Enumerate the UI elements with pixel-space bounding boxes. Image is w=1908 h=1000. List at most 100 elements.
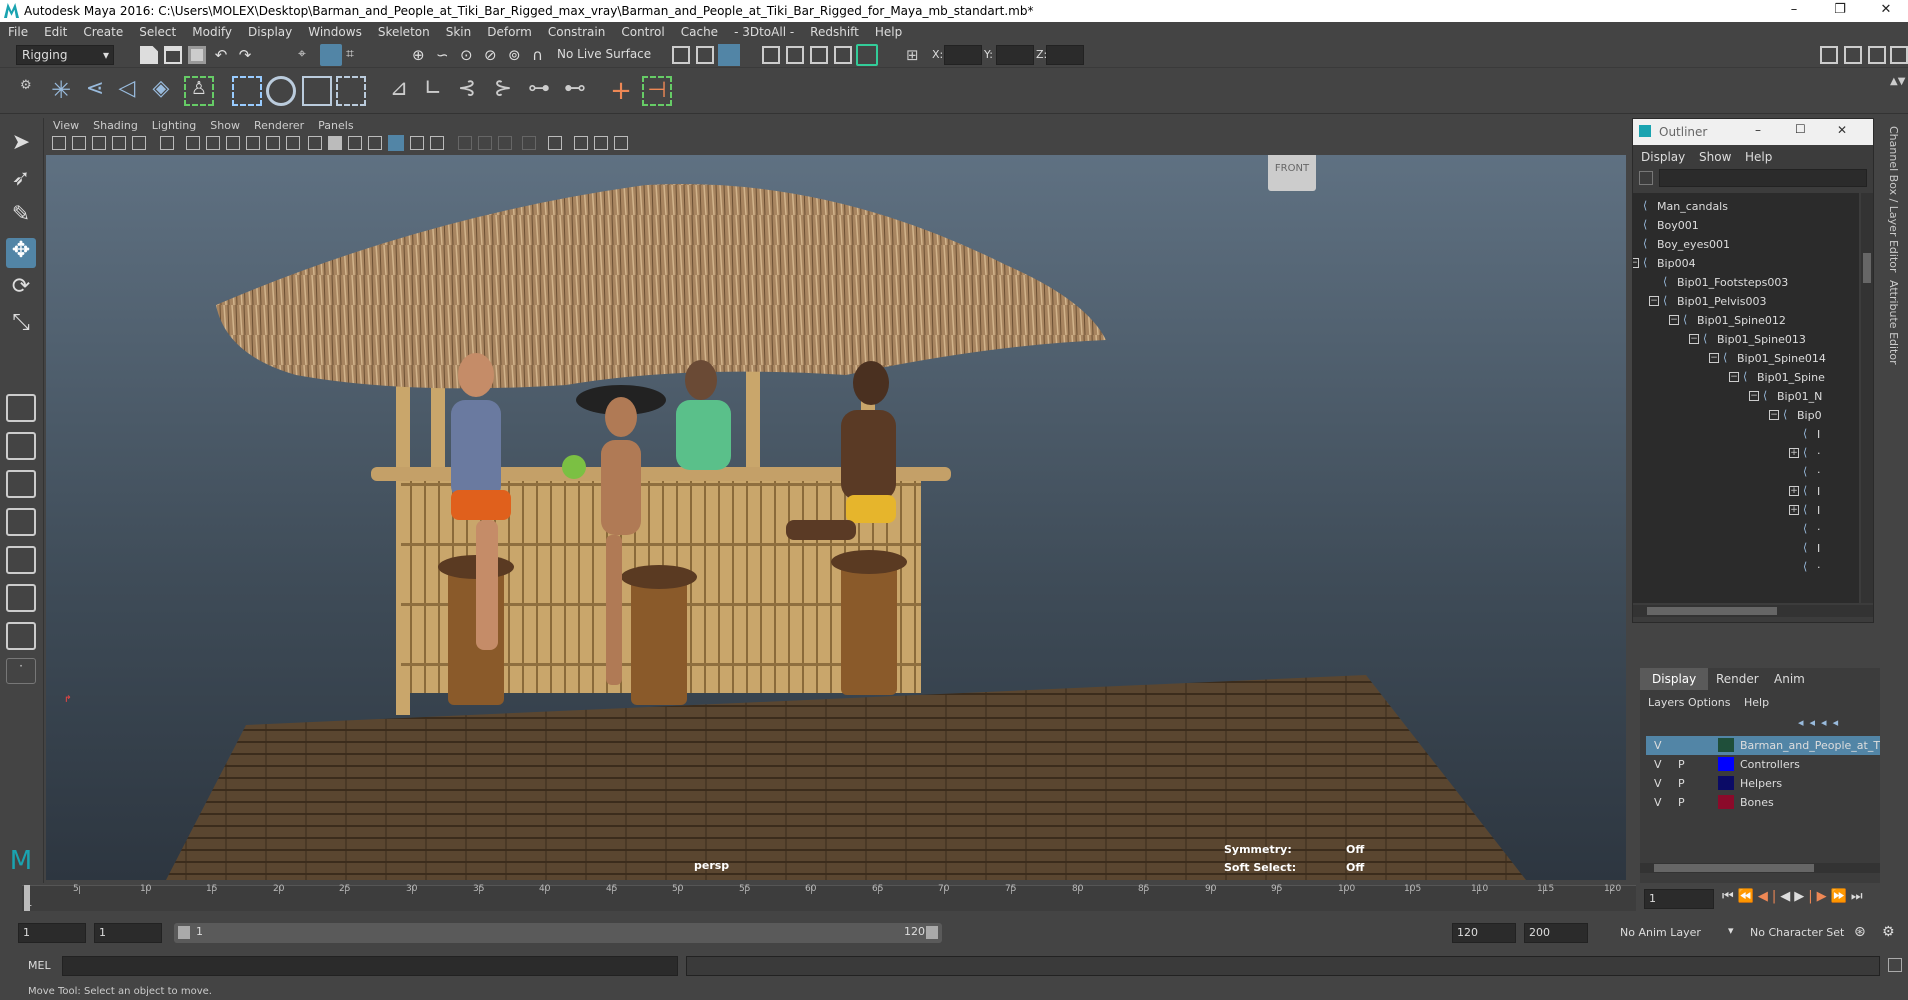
- go-to-start-icon[interactable]: ⏮: [1722, 889, 1738, 904]
- persp-outliner-layout-icon[interactable]: [6, 470, 36, 498]
- snap-view-icon[interactable]: ⊘: [484, 46, 502, 64]
- outliner-item[interactable]: − ⟨ Bip01_Pelvis003: [1633, 292, 1859, 311]
- layer-color-swatch[interactable]: [1718, 795, 1734, 809]
- layer-playback-toggle[interactable]: P: [1678, 777, 1685, 790]
- hypershade-layout-icon[interactable]: [6, 546, 36, 574]
- menu-cache[interactable]: Cache: [673, 22, 726, 42]
- collapse-icon[interactable]: −: [1689, 334, 1699, 344]
- expand-icon[interactable]: +: [1789, 486, 1799, 496]
- live-surface-field[interactable]: No Live Surface: [552, 45, 654, 65]
- render-settings-icon[interactable]: [834, 46, 852, 64]
- menu-edit[interactable]: Edit: [36, 22, 75, 42]
- ambient-occlusion-icon[interactable]: [458, 136, 472, 150]
- camera-attributes-icon[interactable]: [72, 136, 86, 150]
- construction-history-icon[interactable]: [718, 44, 740, 66]
- snap-curve-icon[interactable]: ∽: [436, 46, 454, 64]
- playback-start-field[interactable]: 1: [94, 923, 162, 943]
- range-start-handle[interactable]: [178, 926, 190, 939]
- auto-key-icon[interactable]: ⊛: [1854, 924, 1866, 940]
- wireframe-on-shaded-icon[interactable]: [368, 136, 382, 150]
- render-current-icon[interactable]: [786, 46, 804, 64]
- tab-channel-box[interactable]: Channel Box / Layer Editor: [1887, 126, 1900, 273]
- outliner-item[interactable]: ⟨ Boy001: [1633, 216, 1859, 235]
- outliner-item[interactable]: ⟨ Man_candals: [1633, 197, 1859, 216]
- snap-grid-icon[interactable]: ⊕: [412, 46, 430, 64]
- outliner-item[interactable]: + ⟨ I: [1633, 501, 1859, 520]
- outliner-search-input[interactable]: [1659, 169, 1867, 187]
- smooth-shade-icon[interactable]: [328, 136, 342, 150]
- panel-menu-view[interactable]: View: [46, 117, 86, 134]
- z-field[interactable]: [1046, 45, 1084, 65]
- smooth-bind-icon[interactable]: [266, 76, 296, 106]
- single-perspective-layout-icon[interactable]: [6, 394, 36, 422]
- menu-display[interactable]: Display: [240, 22, 300, 42]
- outliner-close-button[interactable]: ✕: [1837, 123, 1847, 137]
- expand-icon[interactable]: +: [1789, 505, 1799, 515]
- chevron-down-icon[interactable]: ▾: [1728, 924, 1734, 937]
- scale-constraint-icon[interactable]: ⊱: [488, 76, 518, 106]
- outliner-item[interactable]: − ⟨ Bip0: [1633, 406, 1859, 425]
- menu-3dtoall[interactable]: - 3DtoAll -: [726, 22, 802, 42]
- ipr-render-icon[interactable]: [810, 46, 828, 64]
- current-time-marker[interactable]: [24, 885, 30, 911]
- range-bar[interactable]: 1 120: [174, 923, 942, 943]
- use-default-material-icon[interactable]: [348, 136, 362, 150]
- menu-help[interactable]: Help: [867, 22, 910, 42]
- layers-hscroll[interactable]: [1640, 863, 1886, 873]
- outliner-item[interactable]: ⟨ I: [1633, 425, 1859, 444]
- motion-blur-icon[interactable]: [478, 136, 492, 150]
- input-ops-icon[interactable]: [672, 46, 690, 64]
- outliner-item[interactable]: − ⟨ Bip01_Spine013: [1633, 330, 1859, 349]
- rotate-tool-icon[interactable]: ⟳: [6, 274, 36, 304]
- save-scene-icon[interactable]: [188, 46, 206, 64]
- step-forward-frame-icon[interactable]: |▶: [1808, 889, 1830, 904]
- layer-visibility-toggle[interactable]: V: [1654, 758, 1662, 771]
- go-to-end-icon[interactable]: ⏭: [1851, 889, 1867, 904]
- menu-create[interactable]: Create: [75, 22, 131, 42]
- film-gate-icon[interactable]: [206, 136, 220, 150]
- close-button[interactable]: ✕: [1864, 0, 1908, 22]
- play-forwards-icon[interactable]: ▶: [1794, 889, 1808, 904]
- tool-settings-icon[interactable]: [1868, 46, 1886, 64]
- menu-deform[interactable]: Deform: [479, 22, 540, 42]
- layers-menu-help[interactable]: Help: [1744, 696, 1769, 709]
- render-view-icon[interactable]: [762, 46, 780, 64]
- collapse-icon[interactable]: −: [1649, 296, 1659, 306]
- layer-playback-toggle[interactable]: P: [1678, 758, 1685, 771]
- image-plane-icon[interactable]: [112, 136, 126, 150]
- outliner-item[interactable]: ⟨ ·: [1633, 520, 1859, 539]
- attribute-editor-toggle-icon[interactable]: [1844, 46, 1862, 64]
- outliner-vscroll-thumb[interactable]: [1863, 253, 1871, 283]
- undo-icon[interactable]: ↶: [212, 46, 230, 64]
- point-constraint-icon[interactable]: ⊿: [384, 76, 414, 106]
- layer-visibility-toggle[interactable]: V: [1654, 739, 1662, 752]
- lights-icon[interactable]: [410, 136, 424, 150]
- resolution-gate-icon[interactable]: [226, 136, 240, 150]
- layer-color-swatch[interactable]: [1718, 757, 1734, 771]
- mel-label[interactable]: MEL: [28, 959, 51, 972]
- joint-tool-icon[interactable]: ✳: [46, 76, 76, 106]
- outliner-item[interactable]: − ⟨ Bip01_N: [1633, 387, 1859, 406]
- outliner-item[interactable]: − ⟨ Bip01_Spine014: [1633, 349, 1859, 368]
- panel-menu-panels[interactable]: Panels: [311, 117, 360, 134]
- layer-color-swatch[interactable]: [1718, 738, 1734, 752]
- layer-visibility-toggle[interactable]: V: [1654, 796, 1662, 809]
- command-input[interactable]: [62, 956, 678, 976]
- menu-constrain[interactable]: Constrain: [540, 22, 614, 42]
- cluster-icon[interactable]: [336, 76, 366, 106]
- outliner-item[interactable]: + ⟨ ·: [1633, 444, 1859, 463]
- time-ruler[interactable]: 1510152025303540455055606570758085909510…: [22, 884, 1636, 911]
- outliner-item[interactable]: ⟨ ·: [1633, 463, 1859, 482]
- anim-preferences-icon[interactable]: ⚙: [1882, 924, 1895, 940]
- outliner-menu-help[interactable]: Help: [1745, 150, 1772, 164]
- layers-menu-layers[interactable]: Layers: [1648, 696, 1684, 709]
- isolate-select-icon[interactable]: [548, 136, 562, 150]
- custom-layout-icon[interactable]: [6, 622, 36, 650]
- output-ops-icon[interactable]: [696, 46, 714, 64]
- shelf-settings-icon[interactable]: ⚙: [20, 78, 38, 96]
- shelf-scroll-icon[interactable]: ▲▼: [1890, 76, 1908, 94]
- scene-end-field[interactable]: 200: [1524, 923, 1588, 943]
- layer-buttons-icon[interactable]: ◂◂◂◂: [1798, 716, 1844, 729]
- new-scene-icon[interactable]: [140, 46, 158, 64]
- x-field[interactable]: [944, 45, 982, 65]
